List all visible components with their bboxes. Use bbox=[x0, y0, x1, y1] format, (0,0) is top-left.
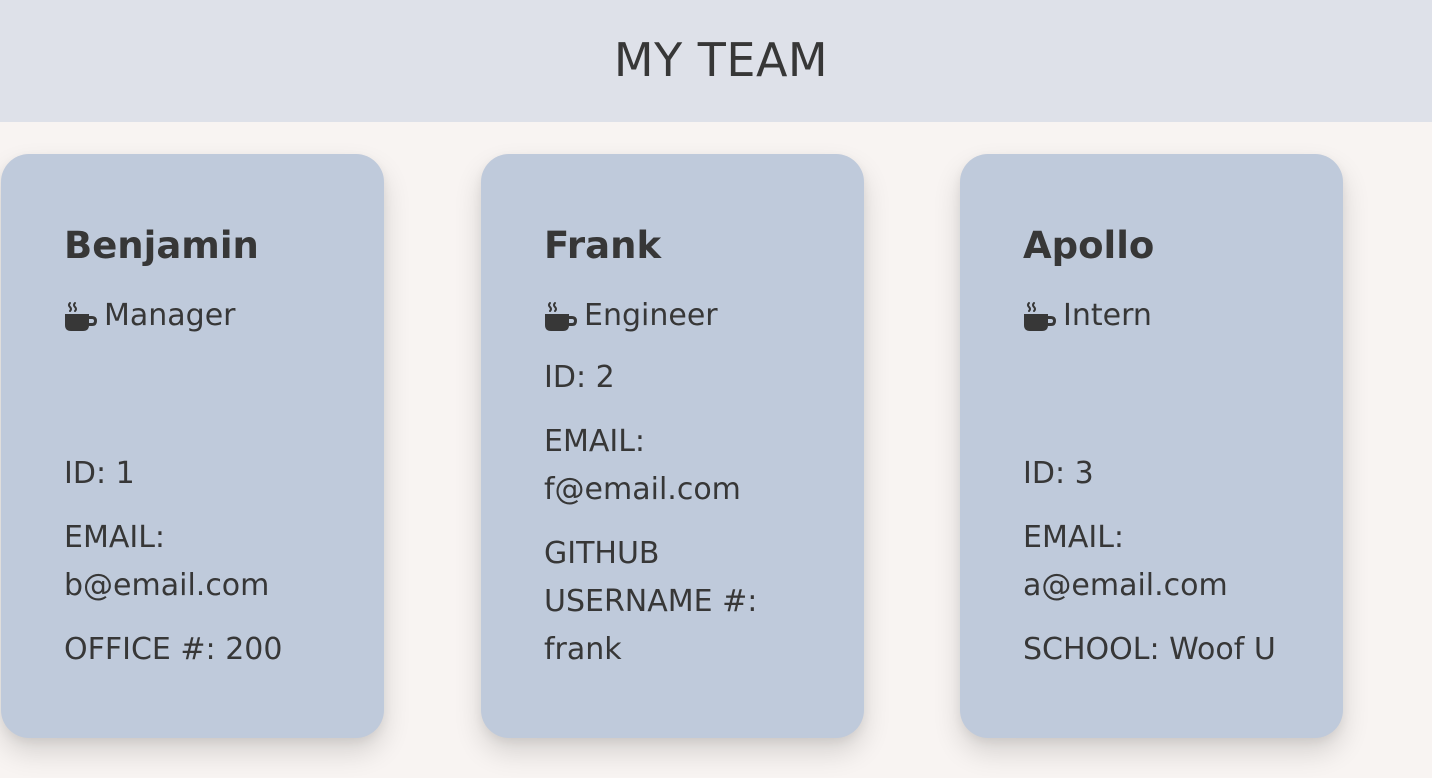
employee-card-engineer: Frank Engineer ID: 2 EMAIL: f@email.com … bbox=[481, 154, 864, 738]
employee-details: ID: 1 EMAIL: b@email.com OFFICE #: 200 bbox=[64, 450, 364, 690]
email-value: b@email.com bbox=[64, 568, 270, 603]
employee-id: ID: 2 bbox=[544, 360, 615, 395]
employee-name: Apollo bbox=[1023, 224, 1155, 267]
employee-id: ID: 1 bbox=[64, 456, 135, 491]
employee-card-manager: Benjamin Manager ID: 1 EMAIL: b@email.co… bbox=[1, 154, 384, 738]
email-value: a@email.com bbox=[1023, 568, 1228, 603]
email-label: EMAIL: bbox=[64, 520, 166, 555]
employee-role-label: Engineer bbox=[584, 298, 718, 333]
employee-role-label: Manager bbox=[104, 298, 236, 333]
employee-office: OFFICE #: 200 bbox=[64, 632, 283, 667]
employee-role: Engineer bbox=[544, 294, 718, 338]
employee-name: Benjamin bbox=[64, 224, 259, 267]
employee-role: Intern bbox=[1023, 294, 1152, 338]
employee-email: EMAIL: f@email.com bbox=[544, 418, 844, 514]
employee-email: EMAIL: b@email.com bbox=[64, 514, 364, 610]
coffee-icon bbox=[65, 302, 97, 331]
github-text: GITHUB USERNAME #: frank bbox=[544, 536, 758, 667]
employee-name: Frank bbox=[544, 224, 662, 267]
page-title: MY TEAM bbox=[613, 33, 829, 87]
employee-details: ID: 2 EMAIL: f@email.com GITHUB USERNAME… bbox=[544, 354, 844, 690]
coffee-icon bbox=[1024, 302, 1056, 331]
employee-school: SCHOOL: Woof U bbox=[1023, 632, 1276, 667]
employee-id: ID: 3 bbox=[1023, 456, 1094, 491]
employee-card-intern: Apollo Intern ID: 3 EMAIL: a@email.com S… bbox=[960, 154, 1343, 738]
employee-github: GITHUB USERNAME #: frank bbox=[544, 530, 774, 674]
email-label: EMAIL: bbox=[544, 424, 646, 459]
employee-role: Manager bbox=[64, 294, 236, 338]
email-value: f@email.com bbox=[544, 472, 741, 507]
email-label: EMAIL: bbox=[1023, 520, 1125, 555]
employee-role-label: Intern bbox=[1063, 298, 1152, 333]
employee-details: ID: 3 EMAIL: a@email.com SCHOOL: Woof U bbox=[1023, 450, 1323, 690]
employee-email: EMAIL: a@email.com bbox=[1023, 514, 1323, 610]
coffee-icon bbox=[545, 302, 577, 331]
page-header: MY TEAM bbox=[0, 0, 1432, 122]
